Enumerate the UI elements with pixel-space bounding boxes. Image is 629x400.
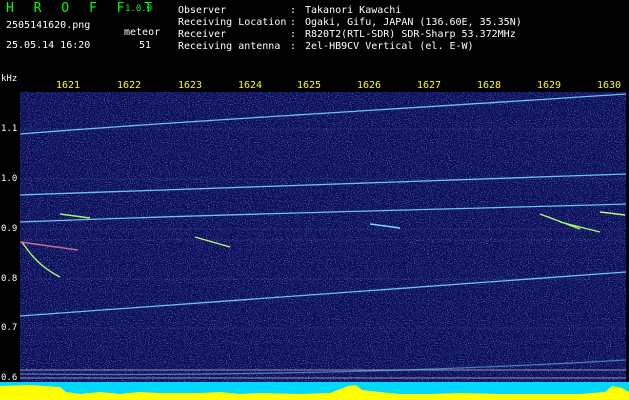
frequency-tick: 0.9 — [1, 224, 18, 234]
location-value: Ogaki, Gifu, JAPAN (136.60E, 35.35N) — [305, 17, 522, 28]
frequency-tick: 1.0 — [1, 174, 18, 184]
meteor-count: 51 — [139, 40, 152, 51]
frequency-tick: 0.8 — [1, 274, 18, 284]
app-version: 1.0.0 — [125, 4, 153, 14]
frequency-axis: 1.1 1.0 0.9 0.8 0.7 0.6 — [0, 92, 20, 392]
header-panel: H R O F F T 1.0.0 2505141620.png 25.05.1… — [0, 0, 629, 72]
time-tick: 1627 — [416, 80, 442, 91]
time-tick: 1621 — [55, 80, 81, 91]
receiver-colon: : — [290, 29, 297, 40]
time-axis: 1621 1622 1623 1624 1625 1626 1627 1628 … — [0, 80, 629, 92]
receiver-value: R820T2(RTL-SDR) SDR-Sharp 53.372MHz — [305, 29, 516, 40]
noise-layer — [20, 92, 626, 382]
time-tick: 1622 — [116, 80, 142, 91]
receiver-label: Receiver — [178, 29, 227, 40]
frequency-tick: 1.1 — [1, 124, 18, 134]
time-tick: 1625 — [296, 80, 322, 91]
capture-datetime: 25.05.14 16:20 — [6, 40, 91, 51]
location-label: Receiving Location — [178, 17, 287, 28]
antenna-label: Receiving antenna — [178, 41, 281, 52]
time-tick: 1624 — [237, 80, 263, 91]
spectrogram-canvas — [20, 92, 626, 382]
antenna-colon: : — [290, 41, 297, 52]
observer-value: Takanori Kawachi — [305, 5, 402, 16]
signal-level-peaks — [0, 385, 629, 400]
signal-level-strip — [0, 382, 629, 400]
time-tick: 1629 — [536, 80, 562, 91]
spectrogram — [20, 92, 626, 382]
meteor-label: meteor — [124, 27, 161, 38]
time-tick: 1630 — [596, 80, 622, 91]
observer-label: Observer — [178, 5, 227, 16]
time-tick: 1626 — [356, 80, 382, 91]
time-tick: 1628 — [476, 80, 502, 91]
observer-colon: : — [290, 5, 297, 16]
frequency-tick: 0.7 — [1, 323, 18, 333]
time-tick: 1623 — [177, 80, 203, 91]
location-colon: : — [290, 17, 297, 28]
capture-filename: 2505141620.png — [6, 20, 91, 31]
antenna-value: 2el-HB9CV Vertical (el. E-W) — [305, 41, 474, 52]
